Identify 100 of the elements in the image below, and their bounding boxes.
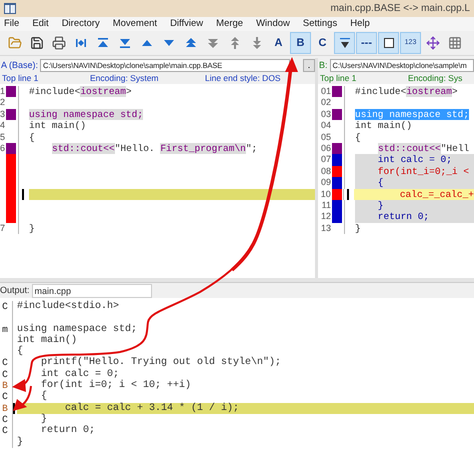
- line-number: 06: [320, 142, 332, 154]
- code-text: >: [452, 86, 458, 98]
- code-text: for(int_i=0;_i <: [376, 166, 470, 178]
- line-number: 01: [320, 86, 332, 98]
- code-text: calc_=_calc_+: [398, 188, 474, 200]
- code-line: {: [40, 391, 48, 403]
- pane-label: A (Base):: [1, 58, 38, 72]
- code-text: "Hello.: [114, 142, 156, 154]
- app-icon: [4, 3, 16, 14]
- source-label: C: [1, 368, 9, 380]
- encoding-label: Encoding: System: [89, 72, 160, 85]
- code-text: }: [355, 222, 361, 234]
- source-label: m: [1, 324, 9, 335]
- line-number: 10: [320, 188, 332, 200]
- pane-label: B:: [319, 58, 328, 72]
- menu-item[interactable]: Merge: [216, 16, 244, 32]
- code-text: int main(): [29, 120, 86, 132]
- code-text: #include<: [29, 86, 80, 98]
- code-text: iostream: [80, 86, 126, 98]
- line-number: 3: [0, 108, 6, 120]
- up-arrow-icon: [228, 37, 240, 49]
- code-text: }: [376, 200, 384, 212]
- output-file-field[interactable]: main.cpp: [32, 284, 152, 298]
- line-number: 09: [320, 177, 332, 189]
- menu-item[interactable]: Directory: [62, 16, 100, 32]
- code-text: int main(): [355, 120, 412, 132]
- code-line: printf("Hello. Trying out old style\n");: [40, 357, 282, 368]
- save-icon: [30, 36, 44, 50]
- source-label: C: [1, 414, 9, 426]
- folder-icon: [8, 36, 22, 50]
- code-text: {: [29, 132, 35, 143]
- code-line: }: [40, 414, 48, 425]
- code-text: {: [376, 177, 384, 189]
- code-line: using namespace std;: [17, 324, 138, 335]
- code-line: #include<stdio.h>: [17, 301, 120, 312]
- menu-item[interactable]: Diffview: [170, 16, 204, 32]
- text-cursor: [22, 188, 24, 200]
- line-number: 7: [0, 222, 6, 234]
- code-text: return 0;: [376, 211, 430, 223]
- browse-button[interactable]: .: [303, 59, 315, 72]
- double-down-triangle-icon: [206, 37, 218, 49]
- encoding-label: Encoding: Sys: [407, 72, 462, 85]
- line-number: 02: [320, 97, 332, 109]
- source-label: C: [1, 357, 9, 369]
- line-number: 1: [0, 86, 6, 98]
- window-title: main.cpp.BASE <-> main.cpp.L: [330, 2, 470, 16]
- code-text: }: [29, 222, 35, 234]
- down-triangle-icon: [338, 37, 350, 49]
- top-line-label: Top line 1: [319, 72, 358, 85]
- source-label: B: [1, 380, 9, 392]
- code-text: "Hell: [440, 142, 470, 154]
- double-up-triangle-icon: [184, 37, 196, 49]
- up-to-bar-icon: [96, 37, 108, 49]
- line-end-label: Line end style: DOS: [205, 72, 281, 85]
- converge-arrows-icon: [74, 37, 86, 49]
- line-number: 4: [0, 120, 6, 132]
- move-icon: [426, 36, 440, 50]
- toolbar-button[interactable]: C: [312, 32, 333, 54]
- menu-item[interactable]: Help: [350, 16, 370, 32]
- line-number: 2: [0, 97, 6, 109]
- code-text: #include<: [355, 86, 406, 98]
- top-line-label: Top line 1: [1, 72, 40, 85]
- code-line: int main(): [17, 334, 78, 346]
- toolbar-button[interactable]: [378, 32, 399, 54]
- line-number: 03: [320, 108, 332, 120]
- code-text: using namespace std;: [355, 108, 470, 120]
- source-label: C: [1, 301, 9, 312]
- code-text: {: [355, 132, 361, 143]
- line-number: 05: [320, 132, 332, 143]
- code-line: }: [17, 436, 24, 448]
- code-text: std::cout<<: [52, 142, 115, 154]
- line-number: 13: [320, 222, 332, 234]
- toolbar-button[interactable]: A: [268, 32, 289, 54]
- menu-item[interactable]: File: [4, 16, 20, 32]
- code-line: int calc = 0;: [40, 368, 120, 380]
- printer-icon: [52, 36, 66, 50]
- menu-item[interactable]: Edit: [32, 16, 49, 32]
- menu-item[interactable]: Settings: [302, 16, 338, 32]
- code-line: {: [17, 346, 24, 358]
- code-text: First_program\n: [160, 142, 246, 154]
- square-icon: [382, 37, 394, 49]
- down-to-bar-icon: [118, 37, 130, 49]
- source-label: B: [1, 402, 9, 414]
- output-label: Output:: [0, 284, 30, 297]
- grid-icon: [448, 36, 462, 50]
- menu-item[interactable]: Movement: [112, 16, 158, 32]
- code-text: iostream: [406, 86, 452, 98]
- code-line: for(int i=0; i < 10; ++i): [40, 380, 192, 392]
- line-number: 07: [320, 154, 332, 166]
- toolbar-button[interactable]: ---: [356, 32, 377, 54]
- menu-item[interactable]: Window: [256, 16, 290, 32]
- line-number: 04: [320, 120, 332, 132]
- toolbar-button[interactable]: [334, 32, 355, 54]
- text-cursor: [347, 188, 350, 200]
- code-text: >: [126, 86, 132, 98]
- line-number: 12: [320, 211, 332, 223]
- line-number: 6: [0, 142, 6, 154]
- line-number: 11: [320, 200, 332, 212]
- toolbar-button[interactable]: B: [290, 32, 311, 54]
- code-line: return 0;: [40, 425, 96, 437]
